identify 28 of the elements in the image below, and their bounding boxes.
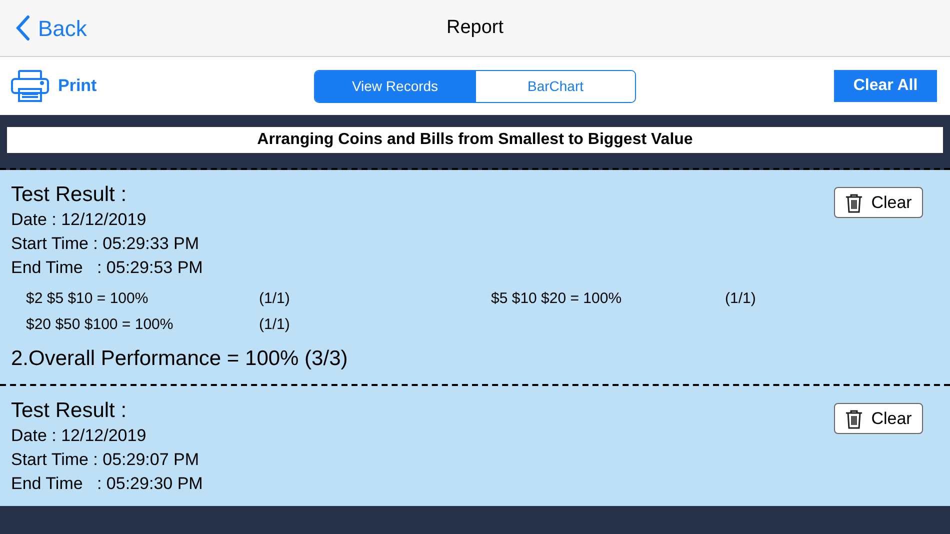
record-end-time: End Time : 05:29:30 PM	[11, 473, 203, 495]
page-title: Report	[446, 16, 504, 40]
record-title: Test Result :	[11, 182, 127, 208]
item-result: $2 $5 $10 = 100%	[26, 289, 150, 309]
print-button[interactable]: Print	[58, 73, 97, 99]
segment-tab[interactable]: View Records	[315, 70, 475, 102]
back-button[interactable]: Back	[0, 12, 87, 44]
overall-performance: 2.Overall Performance = 100% (3/3)	[11, 346, 348, 372]
chevron-left-icon	[16, 15, 30, 41]
record-start-time: Start Time : 05:29:33 PM	[11, 233, 200, 255]
record-end-time: End Time : 05:29:53 PM	[11, 257, 203, 279]
clear-button[interactable]: Clear	[834, 187, 923, 218]
item-score: (1/1)	[259, 289, 291, 309]
trash-icon	[845, 192, 864, 212]
printer-icon[interactable]	[10, 69, 50, 103]
report-heading: Arranging Coins and Bills from Smallest to Biggest Value	[7, 127, 943, 153]
segment-tab[interactable]: BarChart	[475, 70, 635, 102]
record-title: Test Result :	[11, 398, 127, 424]
record-date: Date : 12/12/2019	[11, 209, 146, 231]
item-result: $5 $10 $20 = 100%	[491, 289, 623, 309]
trash-icon	[845, 408, 864, 428]
record-start-time: Start Time : 05:29:07 PM	[11, 449, 200, 471]
item-score: (1/1)	[259, 315, 291, 335]
item-score: (1/1)	[725, 289, 757, 309]
record-date: Date : 12/12/2019	[11, 425, 146, 447]
clear-all-button[interactable]: Clear All	[834, 70, 937, 102]
clear-button[interactable]: Clear	[834, 403, 923, 434]
item-result: $20 $50 $100 = 100%	[26, 315, 174, 335]
